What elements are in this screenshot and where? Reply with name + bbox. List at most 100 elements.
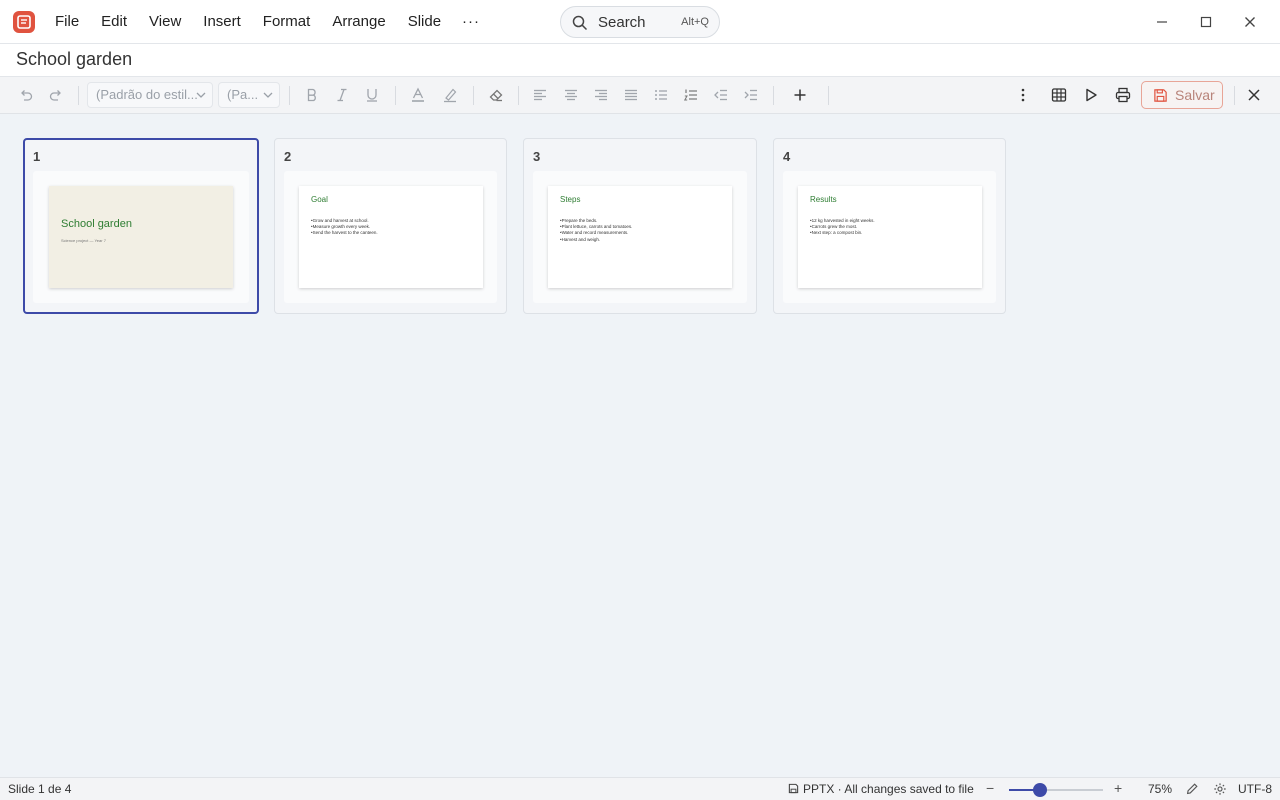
- italic-icon[interactable]: [332, 85, 352, 105]
- menu-view[interactable]: View: [138, 0, 192, 44]
- zoom-slider-handle[interactable]: [1033, 783, 1048, 797]
- bulleted-list-icon[interactable]: [651, 85, 671, 105]
- slide-number: 2: [284, 149, 292, 164]
- increase-indent-icon[interactable]: [741, 85, 761, 105]
- toolbar-divider: [518, 86, 519, 105]
- slide-card-4[interactable]: 4 Results •12 kg harvested in eight week…: [773, 138, 1006, 314]
- slide-bullets: •12 kg harvested in eight weeks. •Carrot…: [810, 218, 875, 237]
- play-slideshow-icon[interactable]: [1081, 85, 1101, 105]
- clear-formatting-icon[interactable]: [486, 85, 506, 105]
- slide-number: 3: [533, 149, 541, 164]
- font-size-select[interactable]: (Pa...: [218, 82, 280, 108]
- app-logo-icon: [13, 11, 35, 33]
- bullet-item: •Next step: a compost bin.: [810, 230, 863, 236]
- toolbar-divider: [395, 86, 396, 105]
- close-editor-icon[interactable]: [1244, 85, 1264, 105]
- toolbar-divider: [289, 86, 290, 105]
- align-justify-icon[interactable]: [621, 85, 641, 105]
- decrease-indent-icon[interactable]: [711, 85, 731, 105]
- print-icon[interactable]: [1113, 85, 1133, 105]
- bullet-item: •Water and record measurements.: [560, 230, 629, 236]
- slide-frame: Steps •Prepare the beds. •Plant lettuce,…: [533, 171, 747, 303]
- slide-frame: Results •12 kg harvested in eight weeks.…: [783, 171, 996, 303]
- bullet-item: •Send the harvest to the canteen.: [311, 230, 378, 236]
- zoom-out-button[interactable]: −: [986, 780, 994, 796]
- add-icon[interactable]: [790, 85, 810, 105]
- slide-title: Goal: [311, 195, 328, 204]
- slide-card-3[interactable]: 3 Steps •Prepare the beds. •Plant lettuc…: [523, 138, 757, 314]
- slide-subtitle: Science project — Year 7: [61, 238, 106, 243]
- save-button[interactable]: Salvar: [1141, 81, 1223, 109]
- title-bar: File Edit View Insert Format Arrange Sli…: [0, 0, 1280, 44]
- text-color-icon[interactable]: [408, 85, 428, 105]
- file-status-text: PPTX · All changes saved to file: [803, 782, 974, 796]
- chevron-down-icon: [263, 92, 273, 98]
- align-right-icon[interactable]: [591, 85, 611, 105]
- font-size-value: (Pa...: [227, 87, 259, 102]
- search-shortcut: Alt+Q: [681, 16, 709, 28]
- slide-thumbnail[interactable]: Results •12 kg harvested in eight weeks.…: [798, 186, 982, 288]
- formatting-toolbar: (Padrão do estil... (Pa... Salvar: [0, 77, 1280, 114]
- toolbar-divider: [1234, 86, 1235, 105]
- table-icon[interactable]: [1049, 85, 1069, 105]
- search-icon: [572, 15, 588, 31]
- save-label: Salvar: [1175, 87, 1215, 103]
- slide-card-1[interactable]: 1 School garden Science project — Year 7: [23, 138, 259, 314]
- slide-title: Results: [810, 195, 837, 204]
- save-icon: [1154, 89, 1167, 102]
- edit-icon[interactable]: [1185, 782, 1199, 796]
- search-box[interactable]: Search Alt+Q: [560, 6, 720, 38]
- close-window-icon[interactable]: [1240, 12, 1260, 32]
- menu-file[interactable]: File: [44, 0, 90, 44]
- slide-frame: Goal •Grow and harvest at school. •Measu…: [284, 171, 497, 303]
- slide-thumbnail[interactable]: Goal •Grow and harvest at school. •Measu…: [299, 186, 483, 288]
- status-bar: Slide 1 de 4 PPTX · All changes saved to…: [0, 777, 1280, 800]
- zoom-level[interactable]: 75%: [1148, 782, 1172, 796]
- menu-edit[interactable]: Edit: [90, 0, 138, 44]
- menu-slide[interactable]: Slide: [397, 0, 452, 44]
- more-options-icon[interactable]: [1013, 85, 1033, 105]
- slide-thumbnail[interactable]: Steps •Prepare the beds. •Plant lettuce,…: [548, 186, 732, 288]
- search-label: Search: [598, 14, 646, 31]
- slide-number: 4: [783, 149, 791, 164]
- slide-bullets: •Grow and harvest at school. •Measure gr…: [311, 218, 378, 237]
- maximize-icon[interactable]: [1196, 12, 1216, 32]
- slide-frame: School garden Science project — Year 7: [33, 171, 249, 303]
- slide-thumbnail[interactable]: School garden Science project — Year 7: [49, 186, 233, 288]
- document-bar: School garden: [0, 44, 1280, 77]
- file-status: PPTX · All changes saved to file: [788, 782, 974, 796]
- bold-icon[interactable]: [302, 85, 322, 105]
- paragraph-style-value: (Padrão do estil...: [96, 87, 198, 102]
- slide-number: 1: [33, 149, 41, 164]
- menu-insert[interactable]: Insert: [192, 0, 252, 44]
- paragraph-style-select[interactable]: (Padrão do estil...: [87, 82, 213, 108]
- menu-arrange[interactable]: Arrange: [321, 0, 396, 44]
- undo-icon[interactable]: [16, 85, 36, 105]
- slide-card-2[interactable]: 2 Goal •Grow and harvest at school. •Mea…: [274, 138, 507, 314]
- menu-more-button[interactable]: ···: [452, 0, 490, 44]
- slide-title: Steps: [560, 195, 581, 204]
- chevron-down-icon: [196, 92, 206, 98]
- slide-bullets: •Prepare the beds. •Plant lettuce, carro…: [560, 218, 632, 243]
- toolbar-divider: [78, 86, 79, 105]
- zoom-slider[interactable]: [1009, 783, 1103, 797]
- slide-position: Slide 1 de 4: [8, 782, 72, 796]
- slide-title: School garden: [61, 218, 132, 230]
- numbered-list-icon[interactable]: [681, 85, 701, 105]
- toolbar-divider: [828, 86, 829, 105]
- toolbar-divider: [773, 86, 774, 105]
- menu-bar: File Edit View Insert Format Arrange Sli…: [44, 0, 490, 44]
- save-icon: [788, 783, 799, 794]
- redo-icon[interactable]: [46, 85, 66, 105]
- encoding-indicator[interactable]: UTF-8: [1238, 782, 1272, 796]
- highlight-icon[interactable]: [440, 85, 460, 105]
- menu-format[interactable]: Format: [252, 0, 322, 44]
- zoom-in-button[interactable]: +: [1114, 780, 1122, 796]
- underline-icon[interactable]: [362, 85, 382, 105]
- settings-icon[interactable]: [1213, 782, 1227, 796]
- bullet-item: •Harvest and weigh.: [560, 236, 601, 242]
- document-title[interactable]: School garden: [16, 49, 132, 70]
- minimize-icon[interactable]: [1152, 12, 1172, 32]
- align-left-icon[interactable]: [530, 85, 550, 105]
- align-center-icon[interactable]: [561, 85, 581, 105]
